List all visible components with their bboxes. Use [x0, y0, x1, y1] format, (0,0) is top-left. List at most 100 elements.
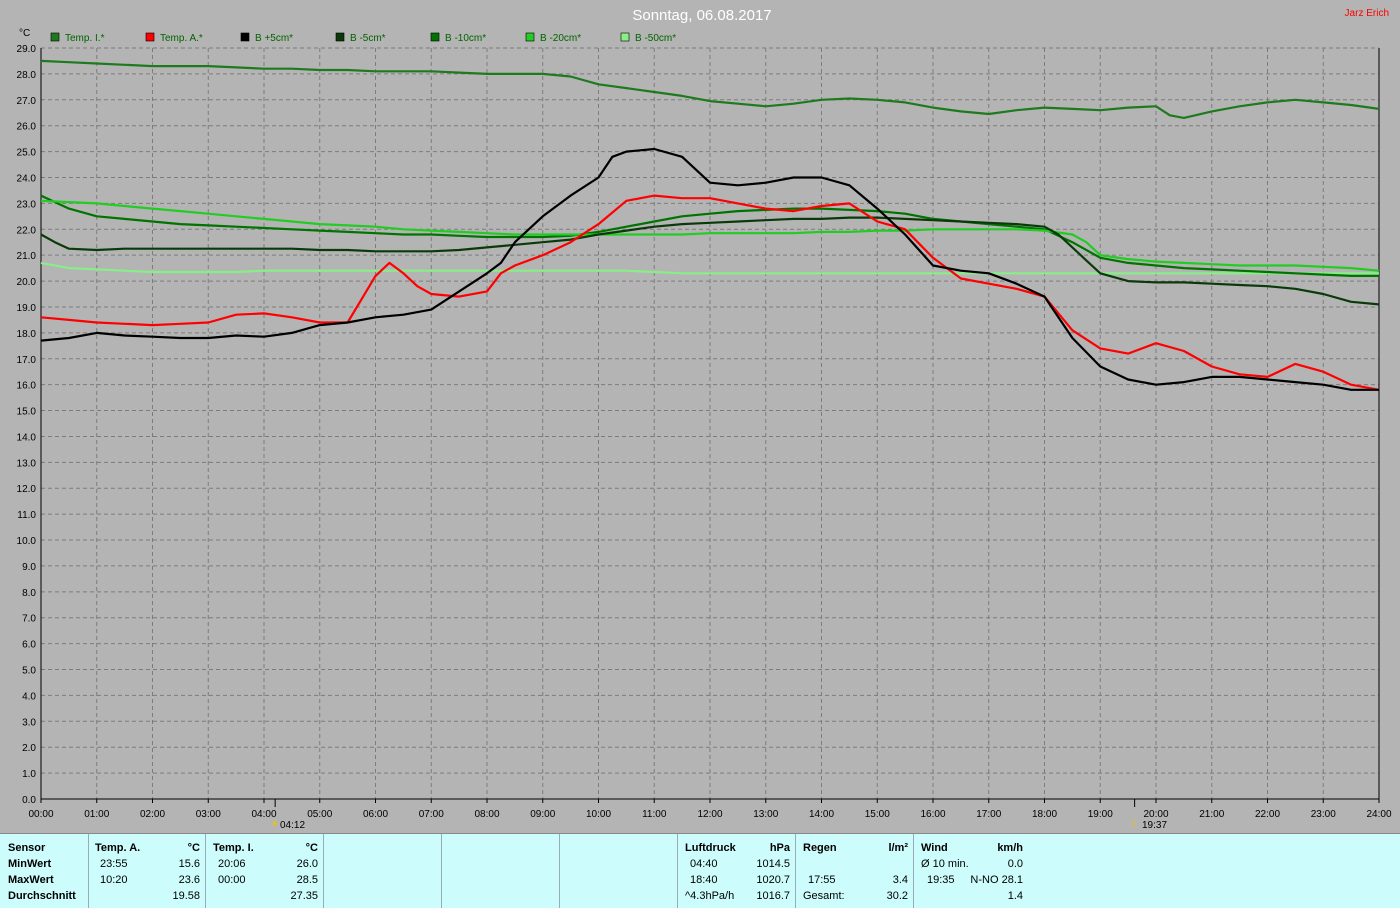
empty-column-3	[559, 834, 678, 908]
legend-label: B -10cm*	[445, 33, 486, 44]
rain-column: Regen l/m² 17:55 3.4 Gesamt: 30.2	[795, 834, 914, 908]
row-label-avg: Durchschnitt	[8, 890, 76, 902]
temp-i-min: 26.0	[296, 858, 318, 870]
legend: Temp. I.* Temp. A.* B +5cm* B -5cm* B -10cm*…	[50, 32, 676, 44]
legend-label: Temp. A.*	[160, 33, 203, 44]
wind-unit: km/h	[997, 842, 1023, 854]
wind-header: Wind	[921, 842, 948, 854]
series-line-b-5cm	[40, 147, 1379, 391]
y-tick-label: 5.0	[22, 666, 36, 677]
y-tick-label: 29.0	[17, 44, 37, 55]
y-tick-label: 13.0	[17, 458, 37, 469]
y-tick-label: 21.0	[17, 251, 37, 262]
y-axis-ticks: 0.0 1.0 2.0 3.0 4.0 5.0 6.0 7.0 8.0 9.0 10.0 11.0 12…	[17, 44, 37, 806]
pressure-min-time: 04:40	[690, 858, 718, 870]
rain-total-label: Gesamt:	[803, 890, 845, 902]
wind-avg: 0.0	[1007, 858, 1023, 870]
pressure-unit: hPa	[769, 842, 790, 854]
legend-label: B +5cm*	[255, 33, 293, 44]
y-tick-label: 11.0	[17, 510, 36, 521]
y-tick-label: 23.0	[17, 199, 37, 210]
row-label-max: MaxWert	[8, 874, 54, 886]
temp-i-column: Temp. I. °C 20:06 26.0 00:00 28.5 27.35	[205, 834, 324, 908]
legend-swatch	[145, 32, 155, 42]
sunrise-marker: ☀ 04:12	[270, 819, 305, 831]
wind-mean: 1.4	[1007, 890, 1023, 902]
rain-time: 17:55	[808, 874, 836, 886]
x-tick-label: 09:00	[530, 809, 555, 820]
y-tick-label: 16.0	[17, 381, 37, 392]
y-tick-label: 12.0	[17, 484, 37, 495]
pressure-header: Luftdruck	[685, 842, 736, 854]
temp-i-max: 28.5	[296, 874, 318, 886]
y-tick-label: 6.0	[22, 640, 36, 651]
y-tick-label: 0.0	[22, 795, 36, 806]
wind-avg-label: Ø 10 min.	[921, 858, 969, 870]
x-tick-label: 15:00	[865, 809, 890, 820]
temp-a-max: 23.6	[178, 874, 200, 886]
pressure-avg: 1016.7	[756, 890, 790, 902]
x-tick-label: 10:00	[586, 809, 611, 820]
x-tick-label: 19:00	[1088, 809, 1113, 820]
x-axis-ticks: 00:00 01:00 02:00 03:00 04:00 05:00 06:00 07:00…	[28, 799, 1392, 820]
x-tick-label: 17:00	[976, 809, 1001, 820]
moon-icon: ☾	[1131, 819, 1140, 830]
x-tick-label: 24:00	[1366, 809, 1391, 820]
x-tick-label: 00:00	[28, 809, 53, 820]
y-tick-label: 17.0	[17, 355, 37, 366]
grid-layer	[40, 47, 1380, 800]
x-tick-label: 02:00	[140, 809, 165, 820]
legend-swatch	[335, 32, 345, 42]
rain-total: 30.2	[886, 890, 908, 902]
x-tick-label: 01:00	[84, 809, 109, 820]
temp-i-unit: °C	[305, 842, 318, 854]
sensor-header: Sensor	[8, 842, 46, 854]
x-tick-label: 05:00	[307, 809, 332, 820]
x-tick-label: 08:00	[474, 809, 499, 820]
y-tick-label: 4.0	[22, 691, 36, 702]
temp-a-avg: 19.58	[172, 890, 200, 902]
temp-i-avg: 27.35	[290, 890, 318, 902]
temp-a-max-time: 10:20	[100, 874, 128, 886]
author-label: Jarz Erich	[1345, 8, 1389, 19]
x-tick-label: 13:00	[753, 809, 778, 820]
pressure-max-time: 18:40	[690, 874, 718, 886]
x-tick-label: 12:00	[697, 809, 722, 820]
temp-i-max-time: 00:00	[218, 874, 246, 886]
wind-column: Wind km/h Ø 10 min. 0.0 19:35 N-NO 28.1 …	[913, 834, 1032, 908]
x-tick-label: 18:00	[1032, 809, 1057, 820]
y-axis-unit: °C	[19, 28, 30, 39]
y-tick-label: 2.0	[22, 743, 36, 754]
y-tick-label: 1.0	[22, 769, 36, 780]
y-tick-label: 3.0	[22, 717, 36, 728]
wind-max: N-NO 28.1	[970, 874, 1023, 886]
x-tick-label: 22:00	[1255, 809, 1280, 820]
y-tick-label: 20.0	[17, 277, 37, 288]
y-tick-label: 7.0	[22, 614, 36, 625]
pressure-trend: ^4.3hPa/h	[685, 890, 735, 902]
y-tick-label: 28.0	[17, 70, 37, 81]
rain-unit: l/m²	[888, 842, 908, 854]
rain-value: 3.4	[892, 874, 908, 886]
x-tick-label: 06:00	[363, 809, 388, 820]
pressure-max: 1020.7	[756, 874, 790, 886]
pressure-min: 1014.5	[756, 858, 790, 870]
temperature-chart: 0.0 1.0 2.0 3.0 4.0 5.0 6.0 7.0 8.0 9.0 10.0 11.0 12…	[17, 7, 1392, 831]
legend-label: B -5cm*	[350, 33, 386, 44]
temp-a-min: 15.6	[178, 858, 200, 870]
y-tick-label: 14.0	[17, 432, 37, 443]
x-tick-label: 03:00	[196, 809, 221, 820]
legend-swatch	[525, 32, 535, 42]
temp-a-min-time: 23:55	[100, 858, 128, 870]
y-tick-label: 22.0	[17, 225, 37, 236]
x-tick-label: 14:00	[809, 809, 834, 820]
y-tick-label: 26.0	[17, 122, 37, 133]
temp-a-unit: °C	[187, 842, 200, 854]
y-tick-label: 27.0	[17, 96, 37, 107]
temp-a-column: Temp. A. °C 23:55 15.6 10:20 23.6 19.58	[88, 834, 206, 908]
y-tick-label: 15.0	[17, 407, 37, 418]
legend-swatch	[430, 32, 440, 42]
row-label-min: MinWert	[8, 858, 52, 870]
statistics-panel: Sensor MinWert MaxWert Durchschnitt Temp…	[0, 833, 1400, 908]
temp-i-header: Temp. I.	[213, 842, 254, 854]
